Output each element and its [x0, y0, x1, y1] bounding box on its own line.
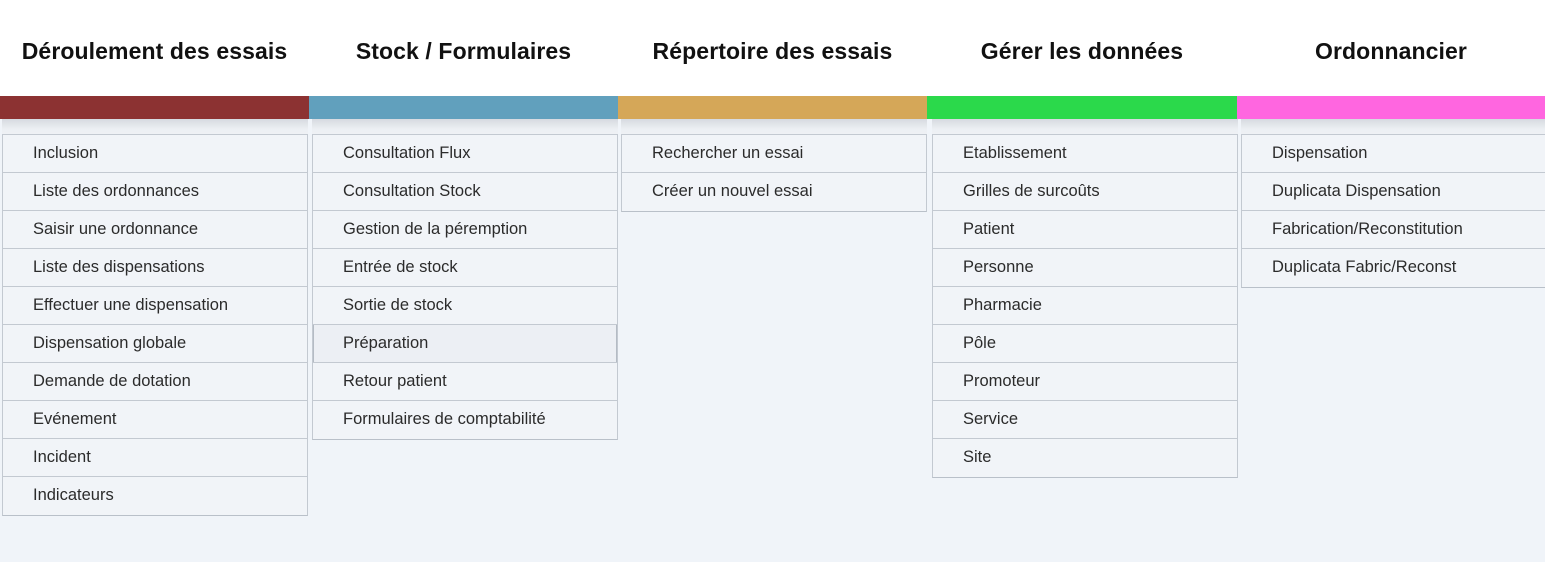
menu-item-incident[interactable]: Incident [3, 439, 307, 477]
menu-item-consultation-flux[interactable]: Consultation Flux [313, 135, 617, 173]
nav-tab-gerer-les-donnees[interactable]: Gérer les données [927, 0, 1237, 96]
dropdown-panels-region: Inclusion Liste des ordonnances Saisir une… [0, 119, 1545, 562]
menu-item-rechercher-un-essai[interactable]: Rechercher un essai [622, 135, 926, 173]
menu-item-evenement[interactable]: Evénement [3, 401, 307, 439]
menu-item-preparation[interactable]: Préparation [313, 325, 617, 363]
dropdown-panel-ordonnancier: Dispensation Duplicata Dispensation Fabric… [1241, 119, 1545, 288]
menu-item-saisir-une-ordonnance[interactable]: Saisir une ordonnance [3, 211, 307, 249]
dropdown-panel-gerer-les-donnees: Etablissement Grilles de surcoûts Patient P… [932, 119, 1238, 478]
menu-item-dispensation[interactable]: Dispensation [1242, 135, 1545, 173]
menu-item-sortie-de-stock[interactable]: Sortie de stock [313, 287, 617, 325]
nav-tab-label: Répertoire des essais [652, 37, 893, 64]
menu-item-liste-des-ordonnances[interactable]: Liste des ordonnances [3, 173, 307, 211]
nav-tab-stock-formulaires[interactable]: Stock / Formulaires [309, 0, 618, 96]
menu-item-pole[interactable]: Pôle [933, 325, 1237, 363]
nav-tab-label: Gérer les données [980, 37, 1184, 64]
menu-item-dispensation-globale[interactable]: Dispensation globale [3, 325, 307, 363]
nav-tab-deroulement-des-essais[interactable]: Déroulement des essais [0, 0, 309, 96]
dropdown-panel-deroulement-des-essais: Inclusion Liste des ordonnances Saisir une… [2, 119, 308, 516]
menu-item-consultation-stock[interactable]: Consultation Stock [313, 173, 617, 211]
nav-tab-label: Déroulement des essais [21, 37, 288, 64]
menu-item-entree-de-stock[interactable]: Entrée de stock [313, 249, 617, 287]
dropdown-panel-repertoire-des-essais: Rechercher un essai Créer un nouvel essai [621, 119, 927, 212]
menu-item-duplicata-fabric-reconst[interactable]: Duplicata Fabric/Reconst [1242, 249, 1545, 287]
dropdown-panel-stock-formulaires: Consultation Flux Consultation Stock Gesti… [312, 119, 618, 440]
menu-accent-color-bar [0, 96, 1545, 119]
menu-item-etablissement[interactable]: Etablissement [933, 135, 1237, 173]
nav-tab-ordonnancier[interactable]: Ordonnancier [1237, 0, 1545, 96]
nav-tab-label: Ordonnancier [1314, 37, 1467, 64]
menu-item-demande-de-dotation[interactable]: Demande de dotation [3, 363, 307, 401]
nav-tab-repertoire-des-essais[interactable]: Répertoire des essais [618, 0, 927, 96]
menu-item-patient[interactable]: Patient [933, 211, 1237, 249]
accent-strip-gerer-les-donnees [927, 96, 1237, 119]
menu-item-inclusion[interactable]: Inclusion [3, 135, 307, 173]
menu-item-promoteur[interactable]: Promoteur [933, 363, 1237, 401]
menu-item-fabrication-reconstitution[interactable]: Fabrication/Reconstitution [1242, 211, 1545, 249]
menu-item-pharmacie[interactable]: Pharmacie [933, 287, 1237, 325]
menu-list-repertoire-des-essais: Rechercher un essai Créer un nouvel essai [621, 134, 927, 212]
accent-strip-ordonnancier [1237, 96, 1545, 119]
menu-item-grilles-de-surcouts[interactable]: Grilles de surcoûts [933, 173, 1237, 211]
main-menu-bar: Déroulement des essais Stock / Formulaire… [0, 0, 1545, 96]
menu-list-stock-formulaires: Consultation Flux Consultation Stock Gesti… [312, 134, 618, 440]
menu-item-creer-un-nouvel-essai[interactable]: Créer un nouvel essai [622, 173, 926, 211]
menu-item-site[interactable]: Site [933, 439, 1237, 477]
menu-item-indicateurs[interactable]: Indicateurs [3, 477, 307, 515]
accent-strip-deroulement-des-essais [0, 96, 309, 119]
accent-strip-stock-formulaires [309, 96, 618, 119]
menu-item-formulaires-de-comptabilite[interactable]: Formulaires de comptabilité [313, 401, 617, 439]
nav-tab-label: Stock / Formulaires [355, 37, 572, 64]
menu-item-gestion-de-la-peremption[interactable]: Gestion de la péremption [313, 211, 617, 249]
menu-item-personne[interactable]: Personne [933, 249, 1237, 287]
menu-item-retour-patient[interactable]: Retour patient [313, 363, 617, 401]
menu-item-liste-des-dispensations[interactable]: Liste des dispensations [3, 249, 307, 287]
menu-list-ordonnancier: Dispensation Duplicata Dispensation Fabric… [1241, 134, 1545, 288]
accent-strip-repertoire-des-essais [618, 96, 927, 119]
menu-item-service[interactable]: Service [933, 401, 1237, 439]
menu-item-duplicata-dispensation[interactable]: Duplicata Dispensation [1242, 173, 1545, 211]
menu-list-gerer-les-donnees: Etablissement Grilles de surcoûts Patient P… [932, 134, 1238, 478]
menu-list-deroulement-des-essais: Inclusion Liste des ordonnances Saisir une… [2, 134, 308, 516]
menu-item-effectuer-une-dispensation[interactable]: Effectuer une dispensation [3, 287, 307, 325]
